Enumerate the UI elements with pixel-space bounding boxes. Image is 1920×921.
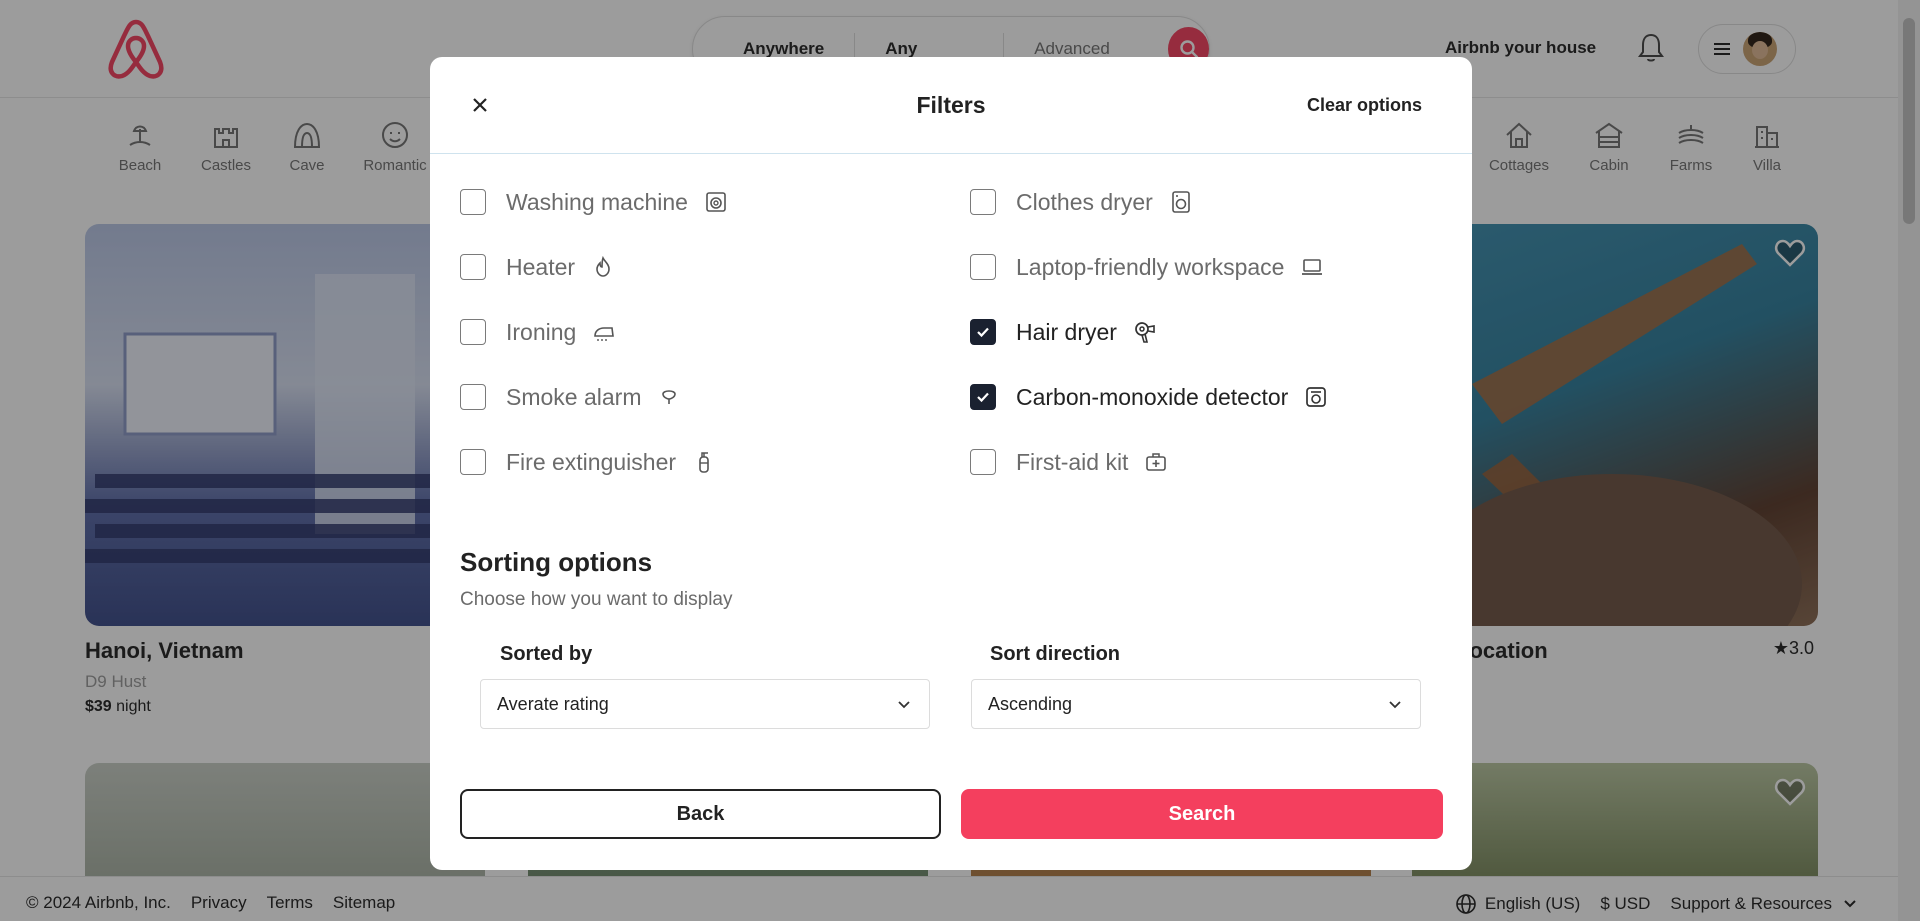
sorted-by-value: Averate rating <box>497 693 609 714</box>
amenity-label: Washing machine <box>506 188 688 215</box>
amenity-washing-machine[interactable]: Washing machine <box>460 187 728 217</box>
checkbox[interactable] <box>460 189 486 215</box>
sort-direction-value: Ascending <box>988 693 1073 714</box>
amenity-clothes-dryer[interactable]: Clothes dryer <box>970 187 1193 217</box>
amenity-label: Heater <box>506 253 576 280</box>
amenity-label: Clothes dryer <box>1016 188 1153 215</box>
amenity-co-detector[interactable]: Carbon-monoxide detector <box>970 382 1328 412</box>
amenity-fire-extinguisher[interactable]: Fire extinguisher <box>460 447 716 477</box>
checkbox[interactable] <box>460 384 486 410</box>
checkbox[interactable] <box>460 319 486 345</box>
smoke-alarm-icon <box>662 390 677 404</box>
back-button[interactable]: Back <box>460 789 941 839</box>
chevron-down-icon <box>1389 701 1401 709</box>
amenity-heater[interactable]: Heater <box>460 252 615 282</box>
amenity-ironing[interactable]: Ironing <box>460 317 616 347</box>
dryer-icon <box>1171 191 1190 213</box>
washing-machine-icon <box>706 192 726 212</box>
checkmark-icon <box>977 392 989 403</box>
amenity-label: Ironing <box>506 318 577 345</box>
fire-extinguisher-icon <box>699 452 709 473</box>
co-detector-icon <box>1306 387 1327 407</box>
amenity-hair-dryer[interactable]: Hair dryer <box>970 317 1157 347</box>
hair-dryer-icon <box>1135 322 1155 343</box>
chevron-down-icon <box>898 701 910 709</box>
amenity-label: Smoke alarm <box>506 383 642 410</box>
laptop-icon <box>1302 259 1323 275</box>
amenity-laptop-workspace[interactable]: Laptop-friendly workspace <box>970 252 1324 282</box>
amenity-smoke-alarm[interactable]: Smoke alarm <box>460 382 681 412</box>
checkbox-checked[interactable] <box>970 319 996 345</box>
amenity-label: Hair dryer <box>1016 318 1117 345</box>
iron-icon <box>594 327 615 341</box>
checkbox[interactable] <box>460 449 486 475</box>
sorting-subtitle: Choose how you want to display <box>460 589 733 610</box>
flame-icon <box>596 255 610 277</box>
amenity-label: Laptop-friendly workspace <box>1016 253 1285 280</box>
sort-direction-select[interactable]: Ascending <box>971 679 1421 729</box>
checkbox[interactable] <box>970 189 996 215</box>
sorting-title: Sorting options <box>460 547 653 577</box>
modal-header: Filters Clear options <box>430 57 1472 154</box>
sorted-by-label: Sorted by <box>500 643 593 665</box>
checkbox[interactable] <box>970 449 996 475</box>
search-submit-button[interactable]: Search <box>961 789 1443 839</box>
checkbox[interactable] <box>460 254 486 280</box>
amenity-label: Fire extinguisher <box>506 448 677 475</box>
amenity-first-aid-kit[interactable]: First-aid kit <box>970 447 1168 477</box>
sort-direction-label: Sort direction <box>990 643 1121 665</box>
checkbox-checked[interactable] <box>970 384 996 410</box>
clear-options-button[interactable]: Clear options <box>1307 95 1422 116</box>
first-aid-icon <box>1146 453 1167 471</box>
amenity-label: First-aid kit <box>1016 448 1129 475</box>
checkbox[interactable] <box>970 254 996 280</box>
filters-modal: Filters Clear options Washing machine Cl… <box>430 57 1472 870</box>
checkmark-icon <box>977 327 989 338</box>
amenity-label: Carbon-monoxide detector <box>1016 383 1289 410</box>
sorted-by-select[interactable]: Averate rating <box>480 679 930 729</box>
